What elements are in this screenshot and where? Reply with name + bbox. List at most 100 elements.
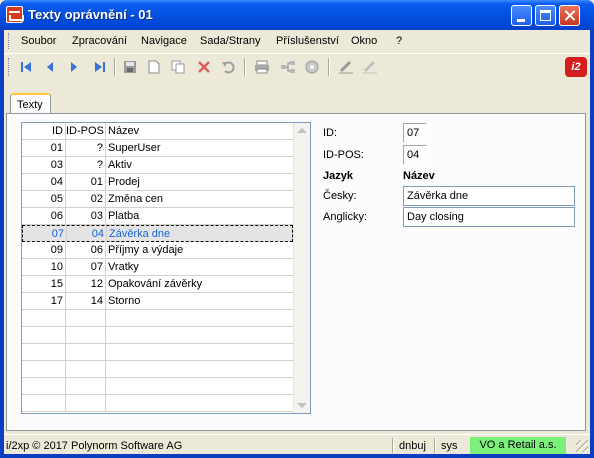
empty-cell: [106, 327, 293, 343]
next-record-icon[interactable]: [66, 59, 82, 75]
table-row[interactable]: 05 02 Změna cen: [22, 191, 293, 208]
cell-name: Vratky: [108, 261, 139, 273]
undo-icon[interactable]: [220, 59, 236, 75]
status-bar: i/2xp © 2017 Polynorm Software AG dnbuj …: [4, 434, 590, 454]
copy-icon[interactable]: [170, 59, 186, 75]
empty-row[interactable]: [22, 361, 293, 378]
menu-grip[interactable]: [8, 33, 11, 49]
tab-texty[interactable]: Texty: [10, 93, 51, 114]
menu-zpracovani[interactable]: Zpracování: [72, 35, 127, 47]
empty-cell: [22, 310, 66, 326]
menu-okno[interactable]: Okno: [351, 35, 377, 47]
cell-id: 01: [22, 140, 66, 156]
cell-id: 05: [22, 191, 66, 207]
empty-cell: [66, 327, 106, 343]
empty-row[interactable]: [22, 310, 293, 327]
cell-id-pos: 02: [66, 191, 106, 207]
toolbar-separator: [328, 58, 330, 76]
resize-grip-icon[interactable]: [576, 440, 588, 452]
title-bar[interactable]: Texty oprávnění - 01: [0, 0, 594, 30]
status-mode: sys: [441, 440, 458, 452]
empty-row[interactable]: [22, 395, 293, 412]
id-pos-field[interactable]: 04: [403, 145, 427, 165]
maximize-button[interactable]: [535, 5, 556, 26]
save-icon[interactable]: [122, 59, 138, 75]
table-row[interactable]: 01? SuperUser: [22, 140, 293, 157]
empty-cell: [22, 327, 66, 343]
table-row[interactable]: 10 07 Vratky: [22, 259, 293, 276]
table-row[interactable]: 09 06 Příjmy a výdaje: [22, 242, 293, 259]
toolbar-separator: [244, 58, 246, 76]
table-row[interactable]: 17 14 Storno: [22, 293, 293, 310]
column-header-id-pos[interactable]: ID-POS: [66, 123, 106, 139]
window-client: Soubor Zpracování Navigace Sada/Strany P…: [4, 30, 590, 454]
name-column-header: Název: [403, 170, 435, 182]
table-row-selected[interactable]: 07 04 Závěrka dne: [22, 225, 293, 242]
empty-cell: [22, 395, 66, 411]
previous-record-icon[interactable]: [42, 59, 58, 75]
status-separator: [434, 438, 436, 453]
grid-vertical-scrollbar[interactable]: [293, 123, 310, 413]
english-label: Anglicky:: [323, 211, 368, 223]
id-pos-label: ID-POS:: [323, 149, 364, 161]
id-field[interactable]: 07: [403, 123, 427, 143]
cell-id: 15: [22, 276, 66, 292]
company-logo: i2: [565, 57, 587, 77]
app-icon[interactable]: [6, 6, 24, 23]
cell-id-pos: 06: [66, 242, 106, 258]
empty-row[interactable]: [22, 378, 293, 395]
cell-name: SuperUser: [108, 142, 161, 154]
table-row[interactable]: 15 12 Opakování závěrky: [22, 276, 293, 293]
print-icon[interactable]: [254, 59, 270, 75]
status-company: VO a Retail a.s.: [470, 437, 566, 454]
last-record-icon[interactable]: [92, 59, 108, 75]
toolbar: i2: [4, 53, 590, 79]
table-row[interactable]: 06 03 Platba: [22, 208, 293, 225]
menu-help[interactable]: ?: [396, 35, 402, 47]
empty-cell: [106, 395, 293, 411]
table-row[interactable]: 03? Aktiv: [22, 157, 293, 174]
menu-sada-strany[interactable]: Sada/Strany: [200, 35, 261, 47]
close-button[interactable]: [559, 5, 580, 26]
scroll-up-icon[interactable]: [297, 128, 307, 133]
czech-name-input[interactable]: Závěrka dne: [403, 186, 575, 206]
cell-id: 03: [22, 157, 66, 173]
empty-cell: [22, 378, 66, 394]
column-header-name[interactable]: Název: [106, 123, 293, 139]
cell-name: Příjmy a výdaje: [108, 244, 184, 256]
menu-soubor[interactable]: Soubor: [21, 35, 56, 47]
empty-cell: [22, 344, 66, 360]
application-window: Texty oprávnění - 01 Soubor Zpracování N…: [0, 0, 594, 458]
column-header-id[interactable]: ID: [22, 123, 66, 139]
cell-name: Závěrka dne: [109, 228, 171, 240]
empty-cell: [66, 344, 106, 360]
cell-id-pos: 03: [66, 208, 106, 224]
edit-icon[interactable]: [338, 59, 354, 75]
cell-id-pos: 07: [66, 259, 106, 275]
english-name-input[interactable]: Day closing: [403, 207, 575, 227]
copyright-text: i/2xp © 2017 Polynorm Software AG: [6, 440, 183, 452]
minimize-button[interactable]: [511, 5, 532, 26]
empty-row[interactable]: [22, 327, 293, 344]
empty-row[interactable]: [22, 344, 293, 361]
cell-id-pos: 12: [66, 276, 106, 292]
cell-id-pos: 01: [66, 174, 106, 190]
new-icon[interactable]: [146, 59, 162, 75]
scroll-down-icon[interactable]: [297, 403, 307, 408]
delete-icon[interactable]: [196, 59, 212, 75]
eraser-icon[interactable]: [362, 59, 378, 75]
empty-cell: [106, 310, 293, 326]
menu-navigace[interactable]: Navigace: [141, 35, 187, 47]
tree-icon[interactable]: [280, 59, 296, 75]
menu-prislusenstvi[interactable]: Příslušenství: [276, 35, 339, 47]
toolbar-grip[interactable]: [8, 58, 11, 76]
cell-id: 06: [22, 208, 66, 224]
empty-cell: [106, 378, 293, 394]
records-grid[interactable]: ID ID-POS Název 01? SuperUser 03? Aktiv 04 01…: [21, 122, 311, 414]
cell-id: 07: [23, 226, 67, 242]
table-row[interactable]: 04 01 Prodej: [22, 174, 293, 191]
first-record-icon[interactable]: [18, 59, 34, 75]
tab-panel: ID ID-POS Název 01? SuperUser 03? Aktiv 04 01…: [6, 113, 586, 431]
empty-cell: [106, 361, 293, 377]
disc-icon[interactable]: [304, 59, 320, 75]
